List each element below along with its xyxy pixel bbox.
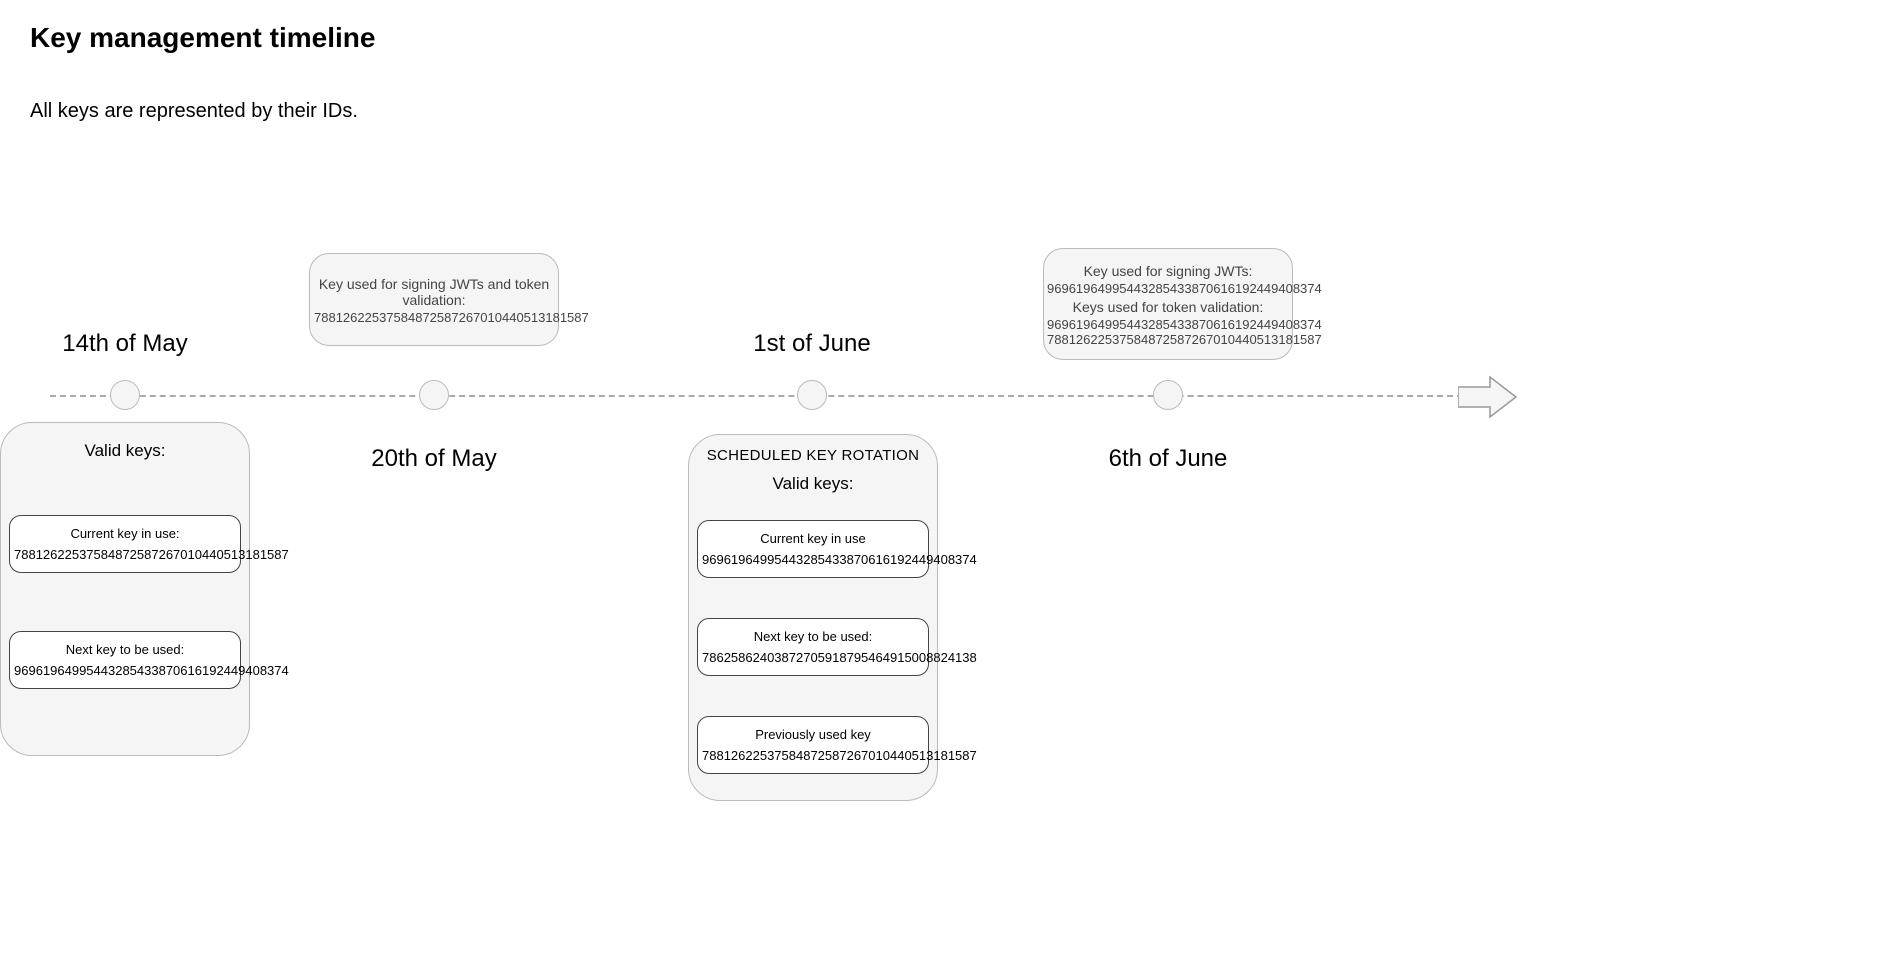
timeline-node-june6 — [1153, 380, 1183, 410]
signing-card-june6-label2: Keys used for token validation: — [1047, 299, 1289, 315]
current-key-box-june1: Current key in use 969619649954432854338… — [697, 520, 929, 578]
current-key-label-june1: Current key in use — [702, 531, 924, 546]
signing-card-june6-label1: Key used for signing JWTs: — [1047, 263, 1289, 279]
valid-keys-card-may14: Valid keys: Current key in use: 78812622… — [0, 422, 250, 756]
timeline-node-june1 — [797, 380, 827, 410]
signing-card-may20-value: 78812622537584872587267010440513181587 — [314, 310, 554, 325]
signing-card-june6-value3: 78812622537584872587267010440513181587 — [1047, 332, 1289, 347]
signing-card-june6-value2: 96961964995443285433870616192449408374 — [1047, 317, 1289, 332]
page-title: Key management timeline — [30, 22, 375, 54]
prev-key-box-june1: Previously used key 78812622537584872587… — [697, 716, 929, 774]
page-subtitle: All keys are represented by their IDs. — [30, 100, 358, 123]
date-label-june6: 6th of June — [1109, 445, 1228, 473]
signing-card-june6: Key used for signing JWTs: 9696196499544… — [1043, 248, 1293, 360]
valid-keys-heading-may14: Valid keys: — [5, 441, 245, 461]
card-spacer — [5, 589, 245, 631]
next-key-box-june1: Next key to be used: 7862586240387270591… — [697, 618, 929, 676]
valid-keys-card-june1: SCHEDULED KEY ROTATION Valid keys: Curre… — [688, 434, 938, 801]
current-key-label-may14: Current key in use: — [14, 526, 236, 541]
prev-key-value-june1: 78812622537584872587267010440513181587 — [702, 748, 924, 763]
current-key-box-may14: Current key in use: 78812622537584872587… — [9, 515, 241, 573]
card-spacer — [693, 594, 933, 618]
signing-card-may20-label: Key used for signing JWTs and token vali… — [314, 276, 554, 308]
valid-keys-heading-june1: Valid keys: — [693, 474, 933, 494]
rotation-label-june1: SCHEDULED KEY ROTATION — [693, 447, 933, 464]
next-key-value-may14: 96961964995443285433870616192449408374 — [14, 663, 236, 678]
current-key-value-june1: 96961964995443285433870616192449408374 — [702, 552, 924, 567]
card-spacer — [693, 692, 933, 716]
next-key-label-june1: Next key to be used: — [702, 629, 924, 644]
next-key-label-may14: Next key to be used: — [14, 642, 236, 657]
signing-card-june6-value1: 96961964995443285433870616192449408374 — [1047, 281, 1289, 296]
next-key-box-may14: Next key to be used: 9696196499544328543… — [9, 631, 241, 689]
date-label-may14: 14th of May — [62, 330, 187, 358]
timeline-axis — [50, 395, 1463, 397]
date-label-may20: 20th of May — [371, 445, 496, 473]
signing-card-may20: Key used for signing JWTs and token vali… — [309, 253, 559, 346]
prev-key-label-june1: Previously used key — [702, 727, 924, 742]
current-key-value-may14: 78812622537584872587267010440513181587 — [14, 547, 236, 562]
timeline-node-may20 — [419, 380, 449, 410]
date-label-june1: 1st of June — [753, 330, 870, 358]
timeline-arrow-icon — [1458, 373, 1518, 426]
next-key-value-june1: 78625862403872705918795464915008824138 — [702, 650, 924, 665]
timeline-node-may14 — [110, 380, 140, 410]
